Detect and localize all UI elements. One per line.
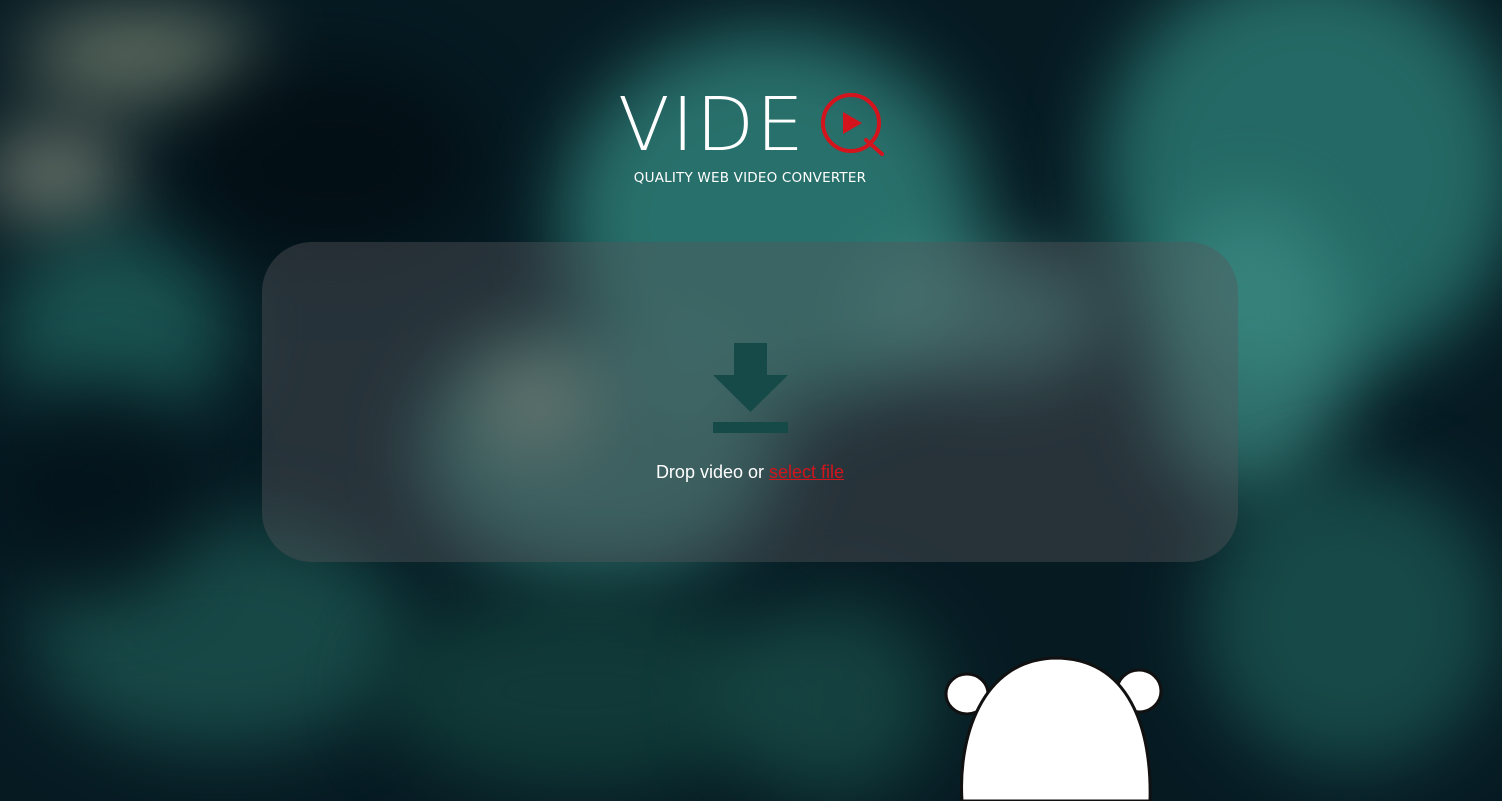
download-icon bbox=[713, 343, 788, 433]
drop-prompt-text: Drop video or bbox=[655, 462, 764, 482]
play-q-icon: Q bbox=[820, 92, 884, 156]
app-tagline: QUALITY WEB VIDEO CONVERTER bbox=[633, 170, 867, 186]
svg-text:Q: Q bbox=[820, 92, 821, 93]
bear-mascot bbox=[944, 656, 1163, 801]
select-file-link[interactable]: select file bbox=[769, 462, 844, 482]
logo-wordmark: VIDE bbox=[618, 82, 806, 168]
drop-instruction: Drop video or select file bbox=[500, 462, 1000, 483]
page: VIDE Q QUALITY WEB VIDEO CONVERTER Drop … bbox=[0, 0, 1502, 801]
